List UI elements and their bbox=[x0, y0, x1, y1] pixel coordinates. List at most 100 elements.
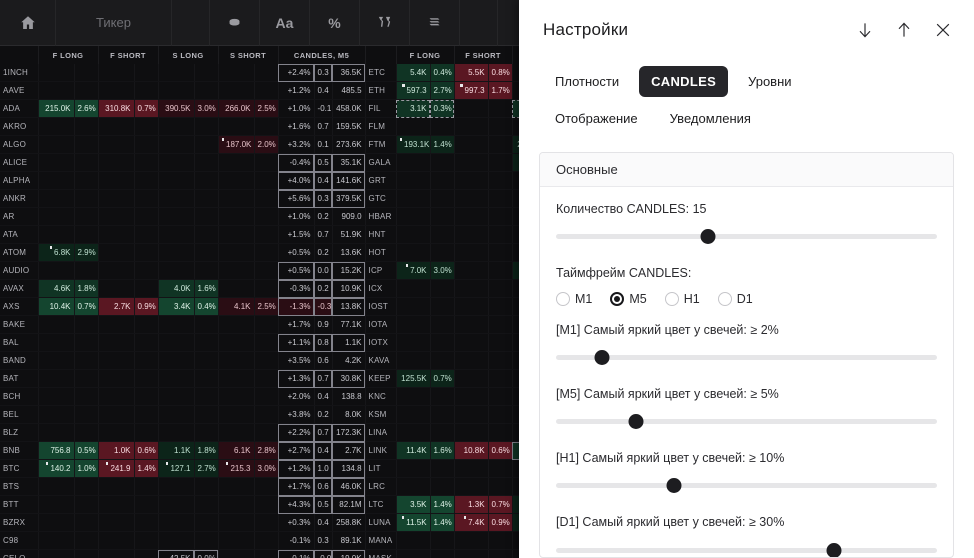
cell-f-short-pct: 0.6% bbox=[134, 442, 158, 460]
cell-r-f-long-pct: 0.3% bbox=[430, 100, 454, 118]
tab-отображение[interactable]: Отображение bbox=[543, 103, 650, 134]
table-row[interactable]: BTS+1.7%0.646.0KLRC bbox=[0, 478, 519, 496]
brightness-slider-3[interactable] bbox=[556, 541, 937, 558]
font-size-icon[interactable]: Aa bbox=[260, 0, 310, 46]
table-row[interactable]: ALICE-0.4%0.535.1KGALA2.3M0.6% bbox=[0, 154, 519, 172]
cell-f-short-pct bbox=[134, 190, 158, 208]
slider-thumb[interactable] bbox=[667, 478, 682, 493]
table-row[interactable]: BAL+1.1%0.81.1KIOTX bbox=[0, 334, 519, 352]
cell-candle-pct: -0.4% bbox=[278, 154, 314, 172]
table-row[interactable]: ATA+1.5%0.751.9KHNT bbox=[0, 226, 519, 244]
candles-count-slider[interactable] bbox=[556, 227, 937, 247]
cell-f-short-pct bbox=[134, 118, 158, 136]
cell-f-long-pct bbox=[74, 262, 98, 280]
slider-thumb[interactable] bbox=[827, 543, 842, 558]
arrow-down-icon[interactable] bbox=[854, 19, 876, 41]
cell-candle-pct: +5.6% bbox=[278, 190, 314, 208]
radio-button[interactable] bbox=[556, 292, 570, 306]
radio-timeframe-H1[interactable]: H1 bbox=[665, 292, 700, 306]
ticker-name-left: BTC bbox=[0, 460, 38, 478]
close-icon[interactable] bbox=[932, 19, 954, 41]
brightness-slider-0[interactable] bbox=[556, 348, 937, 368]
table-row[interactable]: BNB756.80.5%1.0K0.6%1.1K1.8%6.1K2.8%+2.7… bbox=[0, 442, 519, 460]
coin-icon[interactable] bbox=[210, 0, 260, 46]
table-row[interactable]: BAKE+1.7%0.977.1KIOTA bbox=[0, 316, 519, 334]
table-row[interactable]: AXS10.4K0.7%2.7K0.9%3.4K0.4%4.1K2.5%-1.3… bbox=[0, 298, 519, 316]
arrow-up-icon[interactable] bbox=[893, 19, 915, 41]
help-icon[interactable]: ? bbox=[498, 0, 519, 46]
table-row[interactable]: BLZ+2.2%0.7172.3KLINA bbox=[0, 424, 519, 442]
cell-r-f-long-val bbox=[396, 280, 430, 298]
cell-r-f-long-pct: 1.6% bbox=[430, 442, 454, 460]
ticker-name-left: AVAX bbox=[0, 280, 38, 298]
slider-thumb[interactable] bbox=[701, 229, 716, 244]
table-row[interactable]: BAND+3.5%0.64.2KKAVA bbox=[0, 352, 519, 370]
ticker-name-right: MANA bbox=[365, 532, 396, 550]
table-row[interactable]: AUDIO+0.5%0.015.2KICP7.0K3.0%6.3K2.9% bbox=[0, 262, 519, 280]
table-row[interactable]: BTT+4.3%0.582.1MLTC3.5K1.4%1.3K0.7%1.8K2… bbox=[0, 496, 519, 514]
cell-r-f-long-pct bbox=[430, 334, 454, 352]
table-row[interactable]: ALGO187.0K2.0%+3.2%0.1273.6KFTM193.1K1.4… bbox=[0, 136, 519, 154]
radio-timeframe-D1[interactable]: D1 bbox=[718, 292, 753, 306]
tab-плотности[interactable]: Плотности bbox=[543, 66, 631, 97]
ticker-search-input[interactable]: Тикер bbox=[56, 0, 172, 46]
table-row[interactable]: AVAX4.6K1.8%4.0K1.6%-0.3%0.210.9KICX bbox=[0, 280, 519, 298]
cell-s-short-pct bbox=[254, 334, 278, 352]
brightness-slider-1[interactable] bbox=[556, 412, 937, 432]
table-row[interactable]: BTC140.21.0%241.91.4%127.12.7%215.33.0%+… bbox=[0, 460, 519, 478]
radio-timeframe-M5[interactable]: M5 bbox=[610, 292, 646, 306]
cell-s-short-pct: 2.8% bbox=[254, 442, 278, 460]
table-row[interactable]: BZRX+0.3%0.4258.8KLUNA11.5K1.4%7.4K0.9%7… bbox=[0, 514, 519, 532]
header-actions bbox=[854, 19, 954, 41]
table-row[interactable]: ATOM6.8K2.9%+0.5%0.213.6KHOT bbox=[0, 244, 519, 262]
ticker-name-right: FTM bbox=[365, 136, 396, 154]
slider-thumb[interactable] bbox=[594, 350, 609, 365]
table-row[interactable]: C98-0.1%0.389.1KMANA bbox=[0, 532, 519, 550]
cell-candle-vol: 46.0K bbox=[332, 478, 365, 496]
tab-candles[interactable]: CANDLES bbox=[639, 66, 728, 97]
cell-candle-delta: -0.3 bbox=[314, 298, 332, 316]
radio-timeframe-M1[interactable]: M1 bbox=[556, 292, 592, 306]
radio-button[interactable] bbox=[665, 292, 679, 306]
brightness-slider-2[interactable] bbox=[556, 476, 937, 496]
tab-уведомления[interactable]: Уведомления bbox=[658, 103, 763, 134]
tab-уровни[interactable]: Уровни bbox=[736, 66, 803, 97]
table-row[interactable]: ANKR+5.6%0.3379.5KGTC bbox=[0, 190, 519, 208]
table-row[interactable]: AKRO+1.6%0.7159.5KFLM bbox=[0, 118, 519, 136]
table-row[interactable]: AAVE+1.2%0.4485.5ETH597.32.7%997.31.7%33… bbox=[0, 82, 519, 100]
table-row[interactable]: AR+1.0%0.2909.0HBAR bbox=[0, 208, 519, 226]
cell-f-long-val bbox=[38, 226, 74, 244]
table-row[interactable]: BCH+2.0%0.4138.8KNC bbox=[0, 388, 519, 406]
table-row[interactable]: BAT+1.3%0.730.8KKEEP125.5K0.7% bbox=[0, 370, 519, 388]
market-grid[interactable]: F LONG F SHORT S LONG S SHORT CANDLES, M… bbox=[0, 46, 519, 558]
cell-s-short-pct bbox=[254, 424, 278, 442]
ticker-name-left: BAL bbox=[0, 334, 38, 352]
stack-icon[interactable] bbox=[410, 0, 460, 46]
radio-button[interactable] bbox=[718, 292, 732, 306]
radio-button[interactable] bbox=[610, 292, 624, 306]
cell-f-long-val bbox=[38, 64, 74, 82]
table-row[interactable]: CELO42.5K0.0%-0.1%-0.019.0KMASK bbox=[0, 550, 519, 558]
cell-r-s-long-val bbox=[512, 460, 519, 478]
table-row[interactable]: BEL+3.8%0.28.0KKSM bbox=[0, 406, 519, 424]
cell-f-long-pct bbox=[74, 388, 98, 406]
cell-candle-vol: 141.6K bbox=[332, 172, 365, 190]
slider-track bbox=[556, 355, 937, 360]
funnel-icon[interactable] bbox=[360, 0, 410, 46]
cell-candle-pct: +1.7% bbox=[278, 478, 314, 496]
cell-r-f-short-pct bbox=[488, 478, 512, 496]
cell-r-f-long-pct bbox=[430, 280, 454, 298]
cell-r-f-long-val: 3.1K bbox=[396, 100, 430, 118]
cell-candle-vol: 13.6K bbox=[332, 244, 365, 262]
table-row[interactable]: ADA215.0K2.6%310.8K0.7%390.5K3.0%266.0K2… bbox=[0, 100, 519, 118]
cell-s-long-val bbox=[158, 478, 194, 496]
home-icon[interactable] bbox=[0, 0, 56, 46]
percent-icon[interactable]: % bbox=[310, 0, 360, 46]
cell-candle-delta: 0.5 bbox=[314, 154, 332, 172]
table-row[interactable]: ALPHA+4.0%0.4141.6KGRT bbox=[0, 172, 519, 190]
slider-thumb[interactable] bbox=[629, 414, 644, 429]
cell-r-f-long-pct bbox=[430, 388, 454, 406]
ticker-name-left: BAT bbox=[0, 370, 38, 388]
cell-r-f-short-val bbox=[454, 316, 488, 334]
table-row[interactable]: 1INCH+2.4%0.336.5KETC5.4K0.4%5.5K0.8% bbox=[0, 64, 519, 82]
